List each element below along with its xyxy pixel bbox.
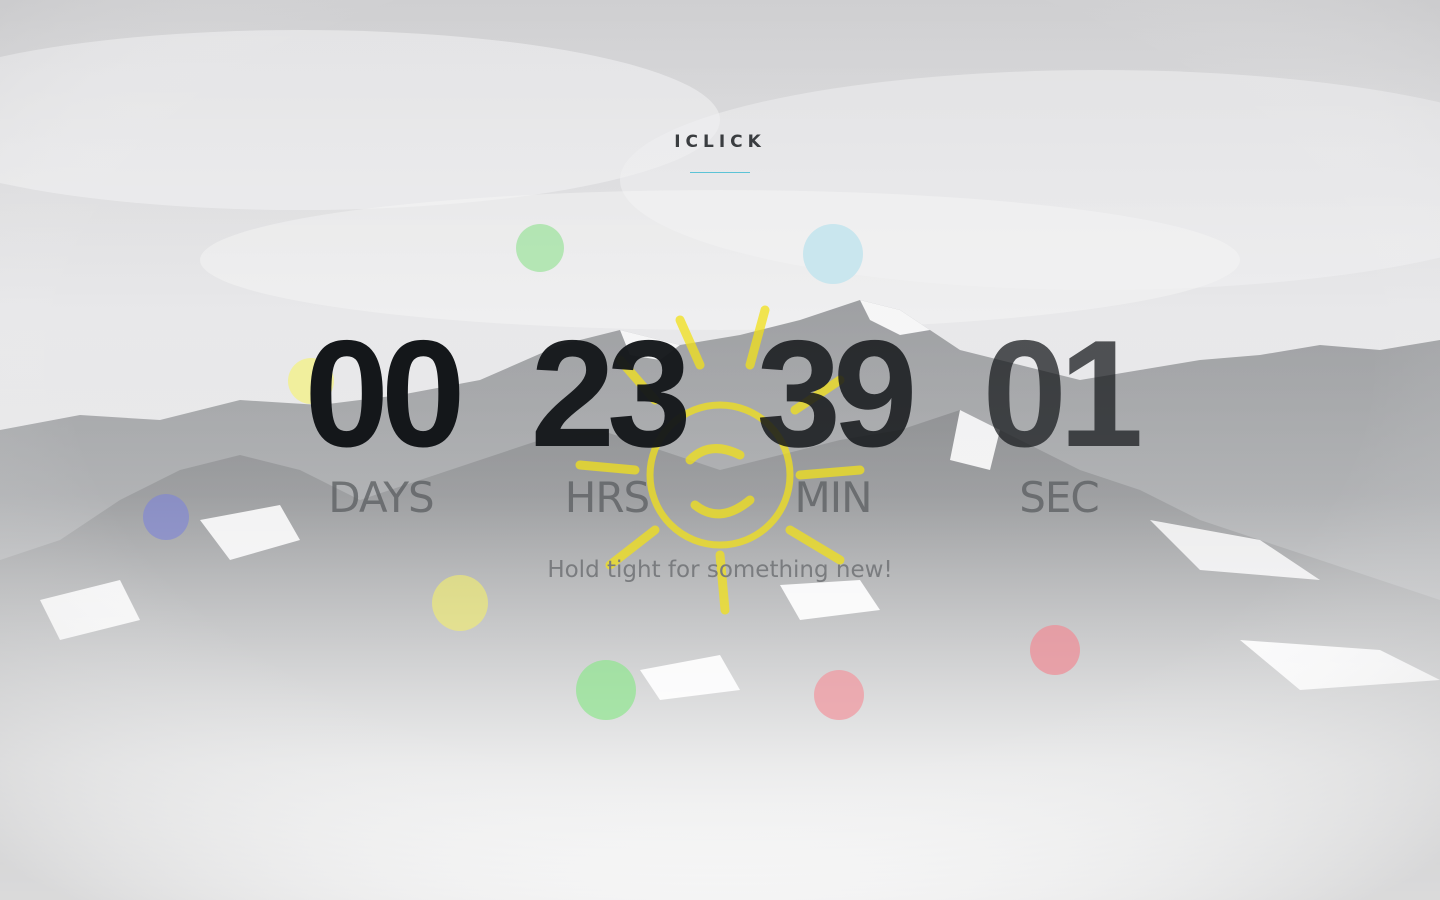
minutes-value: 39 [756, 309, 917, 479]
brand-logo-text[interactable]: ICLICK [0, 132, 1440, 152]
decor-dot-pink-2 [1030, 625, 1080, 675]
decor-dot-lightblue [803, 224, 863, 284]
countdown-days: 00 DAYS [268, 318, 494, 522]
hours-label: HRS [564, 473, 650, 522]
decor-dot-yellow-2 [432, 575, 488, 631]
decor-dot-blue [143, 494, 189, 540]
hours-value: 23 [530, 309, 691, 479]
seconds-value: 01 [982, 309, 1143, 479]
days-label: DAYS [328, 473, 434, 522]
brand-underline [690, 172, 750, 173]
decor-dot-green [516, 224, 564, 272]
seconds-label: SEC [1019, 473, 1100, 522]
countdown-minutes: 39 MIN [720, 318, 946, 522]
minutes-label: MIN [794, 473, 872, 522]
decor-dot-green-2 [576, 660, 636, 720]
tagline: Hold tight for something new! [547, 557, 893, 583]
countdown-seconds: 01 SEC [946, 318, 1172, 522]
days-value: 00 [304, 309, 465, 479]
countdown-hours: 23 HRS [494, 318, 720, 522]
countdown-timer: 00 DAYS 23 HRS 39 MIN 01 SEC [268, 318, 1172, 538]
decor-dot-pink [814, 670, 864, 720]
